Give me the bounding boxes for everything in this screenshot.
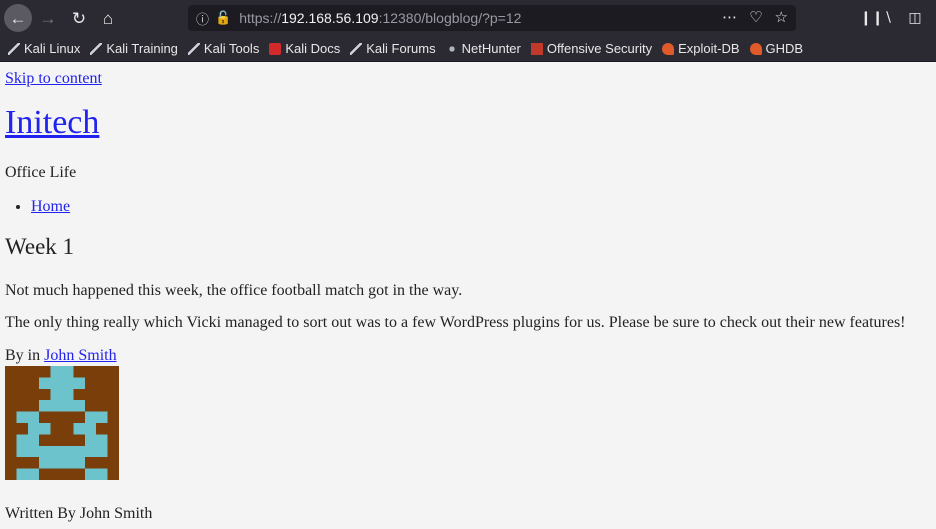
bookmark-kali-docs[interactable]: Kali Docs	[269, 41, 340, 56]
site-description: Office Life	[5, 164, 77, 181]
kali-dragon-icon	[8, 42, 20, 55]
arrow-left-icon: ←	[9, 8, 27, 28]
forward-button[interactable]: →	[36, 6, 60, 30]
primary-menu: Home	[5, 198, 70, 216]
byline-prefix: By in	[5, 347, 41, 364]
skip-to-content-link[interactable]: Skip to content	[5, 70, 102, 88]
post-title: Week 1	[5, 234, 75, 259]
reload-icon: ↻	[71, 8, 87, 28]
pocket-icon[interactable]: ♡	[749, 8, 762, 26]
bookmarks-bar: Kali Linux Kali Training Kali Tools Kali…	[0, 36, 936, 62]
url-text[interactable]: https://192.168.56.109:12380/blogblog/?p…	[239, 10, 521, 26]
author-avatar	[5, 366, 119, 480]
browser-toolbar: ← → ↻ ⌂ ⓘ 🔓 https://192.168.56.109:12380…	[0, 0, 936, 36]
ghdb-icon	[749, 42, 762, 55]
kali-dragon-icon	[187, 42, 200, 55]
url-bar[interactable]: ⓘ 🔓 https://192.168.56.109:12380/blogblo…	[188, 5, 796, 31]
post-paragraph: The only thing really which Vicki manage…	[5, 314, 906, 331]
site-title: Initech	[5, 104, 99, 142]
arrow-right-icon: →	[39, 8, 57, 28]
bookmark-offensive-security[interactable]: Offensive Security	[530, 41, 652, 56]
site-title-link[interactable]: Initech	[5, 104, 99, 141]
sidebar-icon[interactable]: ◫	[908, 9, 921, 26]
offsec-icon	[530, 42, 543, 55]
insecure-lock-icon[interactable]: 🔓	[215, 10, 231, 26]
info-icon[interactable]: ⓘ	[196, 9, 209, 28]
reload-button[interactable]: ↻	[67, 6, 91, 30]
bookmark-exploit-db[interactable]: Exploit-DB	[662, 41, 740, 56]
author-link[interactable]: John Smith	[44, 347, 116, 364]
written-by: Written By John Smith	[5, 505, 153, 522]
home-link[interactable]: Home	[31, 198, 70, 215]
url-scheme: https://	[239, 10, 282, 26]
back-button[interactable]: ←	[4, 4, 32, 32]
bookmark-kali-forums[interactable]: Kali Forums	[350, 41, 436, 56]
page-actions-icon[interactable]: ⋯	[722, 8, 737, 26]
post-paragraph: Not much happened this week, the office …	[5, 282, 463, 299]
bookmark-kali-training[interactable]: Kali Training	[90, 41, 178, 56]
kali-dragon-icon	[90, 42, 103, 55]
url-path: :12380/blogblog/?p=12	[378, 10, 522, 26]
bookmark-kali-linux[interactable]: Kali Linux	[8, 41, 80, 56]
bookmark-ghdb[interactable]: GHDB	[749, 41, 803, 56]
bookmark-star-icon[interactable]: ☆	[775, 8, 788, 26]
post-byline: By in John Smith	[5, 347, 117, 365]
bookmark-nethunter[interactable]: NetHunter	[445, 41, 521, 56]
url-host: 192.168.56.109	[281, 10, 379, 26]
nethunter-icon	[445, 42, 458, 55]
kali-dragon-icon	[350, 42, 363, 55]
exploit-db-icon	[662, 42, 675, 55]
docs-icon	[269, 42, 282, 55]
home-button[interactable]: ⌂	[96, 6, 120, 30]
library-icon[interactable]: ❙❙∖	[860, 9, 892, 26]
bookmark-kali-tools[interactable]: Kali Tools	[187, 41, 259, 56]
home-icon: ⌂	[102, 8, 114, 28]
menu-item-home: Home	[31, 198, 70, 216]
